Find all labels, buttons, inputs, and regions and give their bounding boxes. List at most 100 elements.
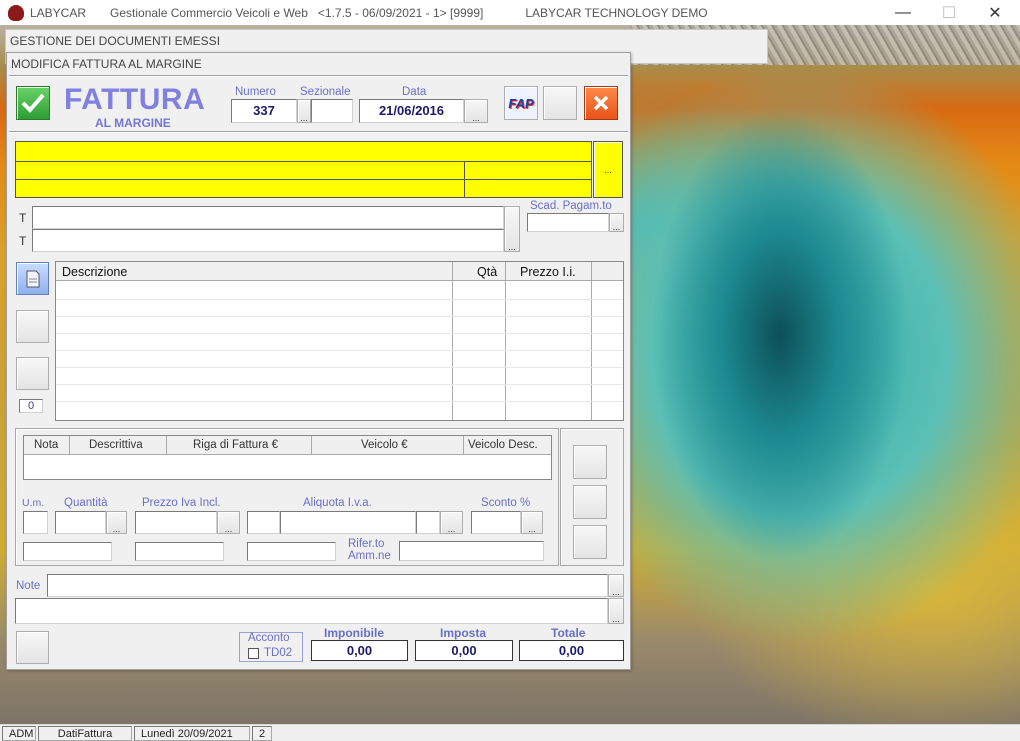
- quantita-lookup-button[interactable]: ...: [106, 511, 127, 534]
- document-subtitle: AL MARGINE: [95, 116, 171, 130]
- data-value: 21/06/2016: [378, 103, 445, 118]
- row-counter: 0: [19, 399, 43, 413]
- prezzo-iva-field[interactable]: [135, 511, 217, 534]
- dots-icon: ...: [528, 524, 536, 534]
- aliquota-label: Aliquota I.v.a.: [303, 497, 372, 509]
- footer-button[interactable]: [16, 631, 49, 664]
- td02-label: TD02: [264, 647, 293, 659]
- numero-label: Numero: [235, 86, 276, 98]
- dots-icon: ...: [224, 524, 233, 534]
- fap-logo-icon: FAP: [508, 95, 534, 111]
- new-document-button[interactable]: [16, 262, 49, 295]
- note-field-2[interactable]: [15, 598, 608, 624]
- sconto-field[interactable]: [471, 511, 521, 534]
- acconto-label: Acconto: [248, 632, 290, 644]
- aliquota-code-field[interactable]: [247, 511, 280, 534]
- minimize-icon: —: [895, 3, 911, 21]
- scad-pagamento-field[interactable]: [527, 213, 609, 232]
- t-label-1: T: [19, 211, 27, 225]
- totale-value: 0,00: [519, 640, 624, 661]
- um-label: U.m.: [22, 497, 45, 509]
- td02-checkbox[interactable]: [248, 648, 259, 659]
- rifer-amm-field[interactable]: [399, 541, 544, 561]
- customer-lookup-button[interactable]: ...: [593, 141, 623, 198]
- sezionale-label: Sezionale: [300, 86, 351, 98]
- status-module: DatiFattura: [38, 725, 132, 741]
- col-prezzo[interactable]: Prezzo I.i.: [520, 265, 576, 279]
- fap-button[interactable]: FAP: [504, 86, 538, 120]
- dots-icon: ...: [612, 587, 620, 597]
- documents-window-caption: GESTIONE DEI DOCUMENTI EMESSI: [10, 34, 221, 48]
- col-qta[interactable]: Qtà: [477, 265, 497, 279]
- numero-lookup-button[interactable]: ...: [297, 99, 311, 123]
- col-veicolo-desc[interactable]: Veicolo Desc.: [468, 439, 538, 451]
- scad-pagamento-label: Scad. Pagam.to: [530, 200, 612, 212]
- aliquota-lookup-button[interactable]: ...: [440, 511, 463, 534]
- app-titlebar: LABYCAR Gestionale Commercio Veicoli e W…: [0, 0, 1020, 25]
- invoice-window: MODIFICA FATTURA AL MARGINE FATTURA AL M…: [6, 52, 631, 670]
- company-name: LABYCAR TECHNOLOGY DEMO: [525, 5, 708, 20]
- detail-extra-field-3[interactable]: [247, 542, 336, 561]
- imponibile-label: Imponibile: [324, 626, 384, 640]
- detail-button-3[interactable]: [573, 525, 607, 559]
- items-grid-header: Descrizione Qtà Prezzo I.i.: [56, 262, 623, 281]
- header-separator: [9, 131, 628, 133]
- detail-button-1[interactable]: [573, 445, 607, 479]
- data-picker-button[interactable]: ...: [464, 99, 488, 123]
- note-field-1[interactable]: [47, 574, 608, 597]
- col-descrittiva[interactable]: Descrittiva: [89, 439, 143, 451]
- numero-field[interactable]: 337: [231, 99, 297, 123]
- scad-pagamento-lookup-button[interactable]: ...: [609, 213, 624, 232]
- data-label: Data: [402, 86, 427, 98]
- detail-extra-field-1[interactable]: [23, 542, 112, 561]
- items-grid[interactable]: Descrizione Qtà Prezzo I.i.: [55, 261, 624, 421]
- quantita-field[interactable]: [55, 511, 106, 534]
- prezzo-iva-lookup-button[interactable]: ...: [217, 511, 240, 534]
- detail-extra-field-2[interactable]: [135, 542, 224, 561]
- document-icon: [26, 270, 39, 287]
- um-field[interactable]: [23, 511, 48, 534]
- detail-grid[interactable]: Nota Descrittiva Riga di Fattura € Veico…: [23, 435, 552, 480]
- close-window-button[interactable]: ✕: [972, 0, 1018, 25]
- col-nota[interactable]: Nota: [34, 439, 58, 451]
- data-field[interactable]: 21/06/2016: [359, 99, 464, 123]
- sezionale-field[interactable]: [311, 99, 353, 123]
- text-lookup-button[interactable]: ...: [504, 206, 520, 252]
- note-lookup-button-1[interactable]: ...: [608, 574, 624, 597]
- note-lookup-button-2[interactable]: ...: [608, 598, 624, 624]
- caption-separator: [9, 75, 628, 77]
- row-counter-value: 0: [27, 400, 35, 412]
- blank-toolbar-button[interactable]: [543, 86, 577, 120]
- status-user: ADM: [2, 725, 36, 741]
- aliquota-desc-field[interactable]: [280, 511, 416, 534]
- t-label-2: T: [19, 234, 27, 248]
- checkmark-icon: [21, 93, 45, 113]
- invoice-window-caption: MODIFICA FATTURA AL MARGINE: [11, 57, 202, 71]
- imposta-value: 0,00: [415, 640, 513, 661]
- note-label: Note: [16, 580, 41, 592]
- col-riga-fattura[interactable]: Riga di Fattura €: [193, 439, 278, 451]
- side-button-2[interactable]: [16, 310, 49, 343]
- totale-label: Totale: [551, 626, 586, 640]
- text-field-1[interactable]: [32, 206, 504, 229]
- customer-info-block[interactable]: [15, 141, 592, 198]
- dots-icon: ...: [447, 524, 456, 534]
- side-button-3[interactable]: [16, 357, 49, 390]
- close-icon: ✕: [988, 4, 1002, 22]
- imponibile-value: 0,00: [311, 640, 408, 661]
- text-field-2[interactable]: [32, 229, 504, 252]
- maximize-button[interactable]: ☐: [926, 0, 972, 25]
- dots-icon: ...: [604, 164, 612, 175]
- minimize-button[interactable]: —: [880, 0, 926, 25]
- confirm-button[interactable]: [16, 86, 50, 120]
- cancel-button[interactable]: [584, 86, 618, 120]
- document-title: FATTURA: [64, 83, 206, 116]
- sconto-lookup-button[interactable]: ...: [521, 511, 543, 534]
- col-descrizione[interactable]: Descrizione: [62, 265, 127, 279]
- status-number: 2: [252, 725, 272, 741]
- status-bar: ADM DatiFattura Lunedì 20/09/2021 2: [0, 724, 1020, 741]
- imposta-label: Imposta: [440, 626, 487, 640]
- detail-button-2[interactable]: [573, 485, 607, 519]
- aliquota-extra-field[interactable]: [416, 511, 440, 534]
- col-veicolo-eur[interactable]: Veicolo €: [361, 439, 408, 451]
